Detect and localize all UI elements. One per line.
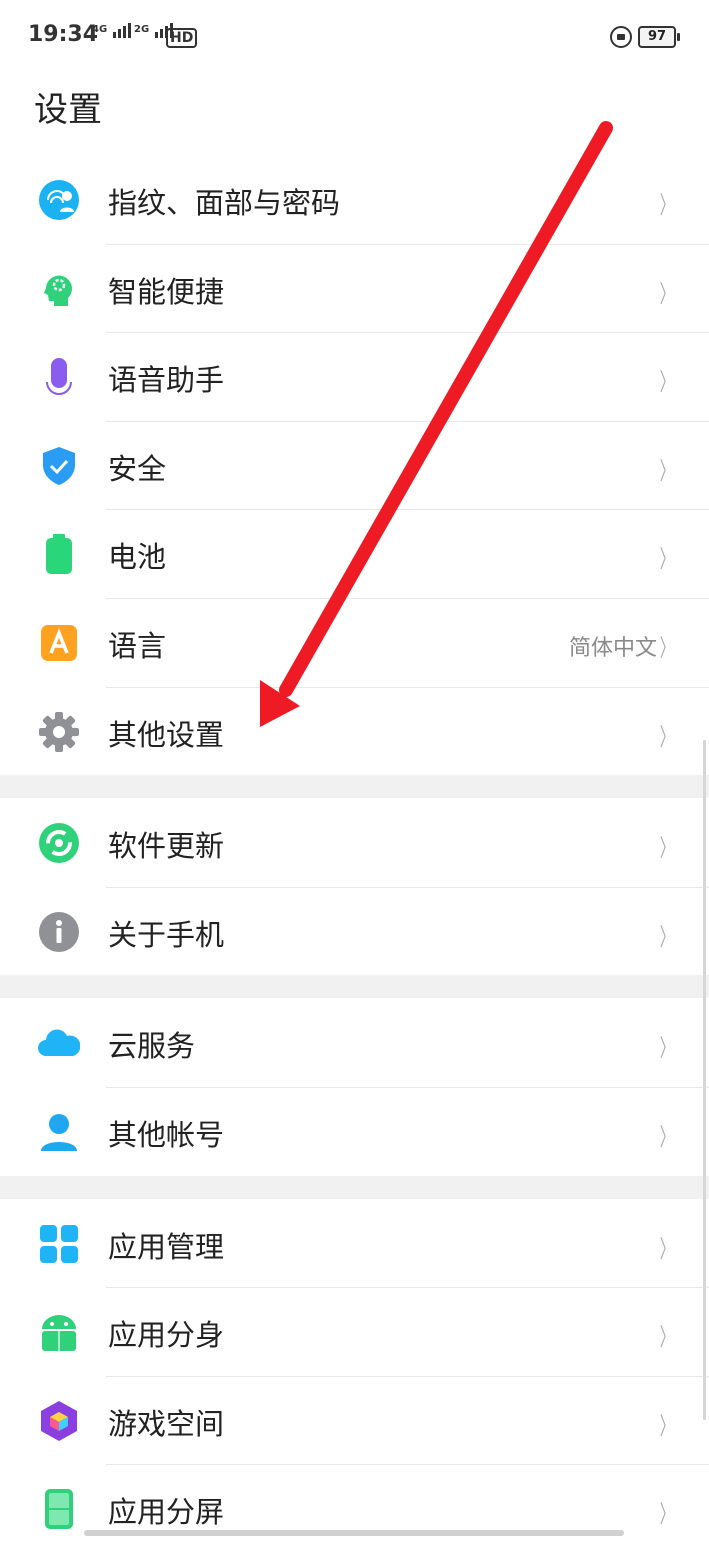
top-spacer	[0, 147, 709, 155]
chevron-right-icon: 〉	[659, 1500, 675, 1529]
section-gap	[0, 975, 709, 999]
row-divider	[106, 243, 709, 245]
android-icon	[38, 1311, 80, 1353]
chevron-right-icon: 〉	[659, 722, 675, 751]
page-title: 设置	[34, 90, 102, 130]
chevron-right-icon: 〉	[659, 545, 675, 574]
app-grid-icon	[38, 1223, 80, 1265]
section-gap	[0, 1175, 709, 1199]
row-divider	[106, 1375, 709, 1377]
row-label: 游戏空间	[108, 1406, 225, 1441]
row-label: 软件更新	[108, 829, 225, 864]
gear-icon	[38, 711, 80, 753]
row-label: 其他设置	[108, 717, 225, 752]
navigation-gesture-bar[interactable]	[84, 1530, 624, 1536]
row-divider	[106, 1086, 709, 1088]
settings-row-group1-item0[interactable]: 软件更新 〉	[0, 798, 709, 887]
shield-check-icon	[38, 445, 80, 487]
info-icon	[38, 911, 80, 953]
chevron-right-icon: 〉	[659, 1234, 675, 1263]
row-label: 安全	[108, 451, 167, 486]
row-value: 简体中文	[568, 635, 657, 661]
row-divider	[106, 886, 709, 888]
chevron-right-icon: 〉	[659, 368, 675, 397]
row-divider	[106, 332, 709, 334]
chevron-right-icon: 〉	[659, 456, 675, 485]
row-divider	[106, 420, 709, 422]
header: 设置	[0, 72, 709, 148]
settings-row-group0-item0[interactable]: 指纹、面部与密码 〉	[0, 155, 709, 244]
net-type-2: 2G	[134, 24, 150, 35]
chevron-right-icon: 〉	[659, 922, 675, 951]
scrollbar[interactable]	[703, 740, 706, 1420]
settings-row-group1-item1[interactable]: 关于手机 〉	[0, 886, 709, 976]
net-type-1: 4G	[92, 24, 108, 35]
settings-row-group3-item0[interactable]: 应用管理 〉	[0, 1198, 709, 1288]
chevron-right-icon: 〉	[659, 834, 675, 863]
update-cycle-icon	[38, 822, 80, 864]
settings-row-group0-item6[interactable]: 其他设置 〉	[0, 686, 709, 776]
chevron-right-icon: 〉	[659, 1411, 675, 1440]
row-label: 语音助手	[108, 363, 225, 398]
row-divider	[106, 597, 709, 599]
settings-row-group2-item0[interactable]: 云服务 〉	[0, 998, 709, 1087]
chevron-right-icon: 〉	[659, 1323, 675, 1352]
section-gap	[0, 775, 709, 799]
chevron-right-icon: 〉	[659, 1122, 675, 1151]
settings-row-group3-item3[interactable]: 应用分屏 〉	[0, 1464, 709, 1553]
row-label: 语言	[108, 628, 167, 663]
settings-row-group0-item4[interactable]: 电池 〉	[0, 509, 709, 598]
row-label: 智能便捷	[108, 274, 225, 309]
row-label: 应用管理	[108, 1229, 225, 1264]
row-label: 应用分身	[108, 1318, 225, 1353]
battery-icon	[38, 533, 80, 575]
chevron-right-icon: 〉	[659, 1034, 675, 1063]
fingerprint-face-icon	[38, 179, 80, 221]
settings-row-group0-item3[interactable]: 安全 〉	[0, 420, 709, 510]
signal-4g-icon: 4G	[92, 22, 135, 38]
chevron-right-icon: 〉	[659, 633, 675, 662]
microphone-icon	[38, 356, 80, 398]
settings-row-group3-item1[interactable]: 应用分身 〉	[0, 1287, 709, 1376]
split-screen-icon	[38, 1488, 80, 1530]
language-a-icon	[38, 622, 80, 664]
status-time: 19:34	[28, 22, 99, 47]
settings-row-group0-item2[interactable]: 语音助手 〉	[0, 332, 709, 421]
battery-indicator: 97	[638, 26, 680, 48]
row-label: 电池	[108, 540, 167, 575]
row-label: 应用分屏	[108, 1495, 225, 1530]
status-bar: 19:34 4G 2G HD 97	[0, 0, 709, 72]
settings-row-group3-item2[interactable]: 游戏空间 〉	[0, 1375, 709, 1465]
settings-row-group0-item5[interactable]: 语言 简体中文〉	[0, 597, 709, 687]
row-label: 指纹、面部与密码	[108, 186, 341, 220]
settings-row-group0-item1[interactable]: 智能便捷 〉	[0, 243, 709, 333]
row-divider	[106, 1464, 709, 1466]
row-divider	[106, 686, 709, 688]
row-divider	[106, 1287, 709, 1289]
game-cube-icon	[38, 1400, 80, 1442]
smart-head-icon	[38, 268, 80, 310]
row-label: 其他帐号	[108, 1117, 225, 1152]
chevron-right-icon: 〉	[659, 191, 675, 219]
chevron-right-icon: 〉	[659, 279, 675, 308]
signal-bars-icon-1	[112, 23, 131, 38]
row-label: 关于手机	[108, 917, 225, 952]
rotation-lock-icon	[610, 26, 632, 48]
row-divider	[106, 509, 709, 511]
person-icon	[38, 1111, 80, 1153]
hd-voice-icon: HD	[166, 28, 198, 48]
settings-list: 指纹、面部与密码〉智能便捷〉语音助手〉安全〉电池〉语言 简体中文〉其他设置〉软件更…	[0, 147, 709, 1553]
cloud-icon	[38, 1022, 81, 1064]
row-label: 云服务	[108, 1029, 196, 1064]
settings-row-group2-item1[interactable]: 其他帐号 〉	[0, 1086, 709, 1176]
